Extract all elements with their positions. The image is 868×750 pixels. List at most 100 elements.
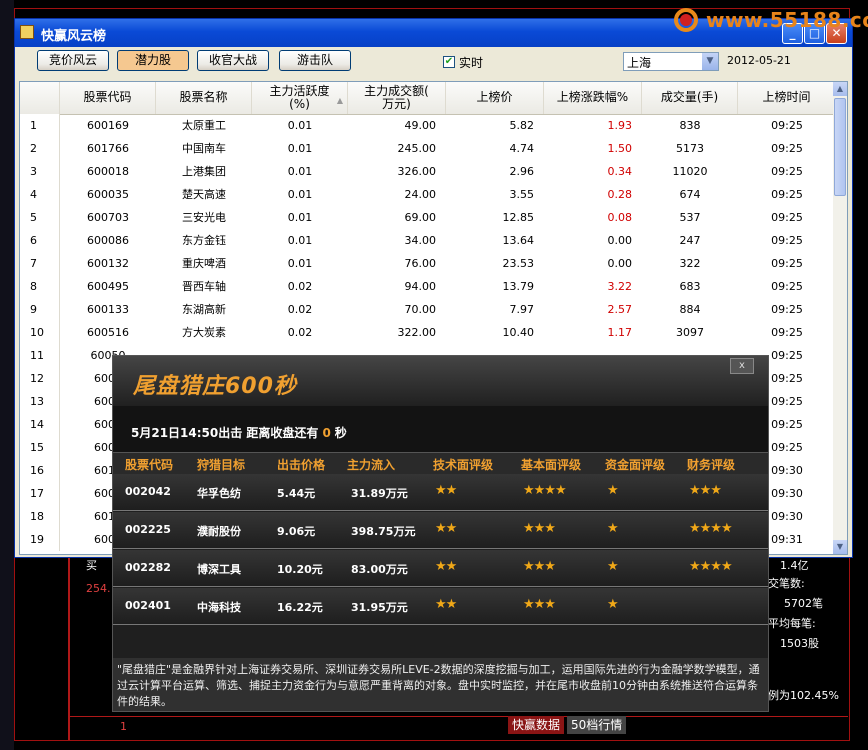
- header-label: 上榜涨跌幅%: [556, 90, 629, 104]
- chevron-down-icon[interactable]: ▼: [702, 53, 718, 70]
- row-index: 19: [20, 528, 60, 551]
- cell-chg: 0.00: [607, 257, 633, 270]
- cell-time: 09:25: [771, 257, 803, 270]
- row-index: 17: [20, 482, 60, 505]
- cell-act: 0.01: [287, 257, 313, 270]
- cell-chg: 0.08: [607, 211, 633, 224]
- site-watermark: www.55188.com: [672, 6, 868, 36]
- cell-vol: 11020: [672, 165, 708, 178]
- tab-50-level-quotes[interactable]: 50档行情: [567, 716, 627, 734]
- cell-price: 10.40: [502, 326, 535, 339]
- hunt-header: 财务评级: [687, 458, 736, 472]
- header-volume[interactable]: 成交量(手): [642, 82, 738, 114]
- header-price[interactable]: 上榜价: [446, 82, 544, 114]
- toolbar: 竞价风云 潜力股 收官大战 游击队 ✔ 实时 上海 ▼ 2012-05-21: [15, 47, 852, 77]
- hunt-header: 主力流入: [347, 458, 396, 472]
- cell-amt: 322.00: [397, 326, 437, 339]
- cell-act: 0.01: [287, 142, 313, 155]
- header-time[interactable]: 上榜时间: [738, 82, 836, 114]
- hunt-row[interactable]: 002225 濮耐股份 9.06元 398.75万元 ★★ ★★★ ★ ★★★★: [113, 512, 768, 549]
- scroll-thumb[interactable]: [834, 98, 846, 196]
- header-label: 上榜价: [476, 90, 513, 104]
- header-code[interactable]: 股票代码: [60, 82, 156, 114]
- header-label: 成交量(手): [660, 90, 719, 104]
- date-display: 2012-05-21: [727, 54, 791, 67]
- left-edge-bar: [0, 0, 14, 750]
- row-index: 11: [20, 344, 60, 367]
- watermark-url: www.55188.com: [706, 8, 868, 32]
- hunt-cell-price: 10.20元: [277, 563, 323, 576]
- table-row[interactable]: 8 600495 晋西车轴 0.02 94.00 13.79 3.22 683 09:25: [20, 275, 836, 298]
- row-index: 13: [20, 390, 60, 413]
- header-activity[interactable]: 主力活跃度 (%) ▲: [252, 82, 348, 114]
- hunt-cell-flow: 83.00万元: [351, 563, 408, 576]
- cell-code: 600169: [87, 119, 129, 132]
- cell-amt: 49.00: [404, 119, 437, 132]
- cell-act: 0.01: [287, 188, 313, 201]
- hunt-row[interactable]: 002401 中海科技 16.22元 31.95万元 ★★ ★★★ ★: [113, 588, 768, 625]
- scroll-up-icon[interactable]: ▲: [833, 82, 847, 96]
- vertical-scrollbar[interactable]: ▲ ▼: [833, 82, 847, 554]
- divider-line: [68, 716, 848, 717]
- row-index: 9: [20, 298, 60, 321]
- popup-close-button[interactable]: x: [730, 358, 754, 374]
- cell-amt: 94.00: [404, 280, 437, 293]
- cell-name: 中国南车: [182, 142, 226, 155]
- tab-guerrilla[interactable]: 游击队: [279, 50, 351, 71]
- table-row[interactable]: 1 600169 太原重工 0.01 49.00 5.82 1.93 838 09:25: [20, 114, 836, 137]
- header-label: 股票名称: [179, 90, 228, 104]
- table-row[interactable]: 10 600516 方大炭素 0.02 322.00 10.40 1.17 3097 09:25: [20, 321, 836, 344]
- hunt-cell-code: 002282: [125, 561, 171, 574]
- notice-prefix: 5月21日14:50出击 距离收盘还有: [131, 426, 319, 440]
- table-row[interactable]: 4 600035 楚天高速 0.01 24.00 3.55 0.28 674 09:25: [20, 183, 836, 206]
- hunt-cell-code: 002042: [125, 485, 171, 498]
- cell-code: 600516: [87, 326, 129, 339]
- hunt-cell-name: 华孚色纺: [197, 487, 241, 500]
- scroll-down-icon[interactable]: ▼: [833, 540, 847, 554]
- star-rating-tech: ★★: [435, 521, 457, 536]
- table-row[interactable]: 2 601766 中国南车 0.01 245.00 4.74 1.50 5173 09:25: [20, 137, 836, 160]
- cell-act: 0.01: [287, 211, 313, 224]
- header-name[interactable]: 股票名称: [156, 82, 252, 114]
- cell-chg: 0.28: [607, 188, 633, 201]
- header-change[interactable]: 上榜涨跌幅%: [544, 82, 642, 114]
- hunt-cell-name: 博深工具: [197, 563, 241, 576]
- divider-line: [68, 555, 70, 740]
- hunt-cell-name: 濮耐股份: [197, 525, 241, 538]
- tab-potential-stocks[interactable]: 潜力股: [117, 50, 189, 71]
- hunt-header: 基本面评级: [521, 458, 582, 472]
- table-row[interactable]: 7 600132 重庆啤酒 0.01 76.00 23.53 0.00 322 09:25: [20, 252, 836, 275]
- tab-auction-ranking[interactable]: 竞价风云: [37, 50, 109, 71]
- realtime-checkbox[interactable]: ✔: [443, 56, 455, 68]
- cell-amt: 69.00: [404, 211, 437, 224]
- cell-amt: 326.00: [397, 165, 437, 178]
- cell-chg: 3.22: [607, 280, 633, 293]
- hunt-row[interactable]: 002282 博深工具 10.20元 83.00万元 ★★ ★★★ ★ ★★★★: [113, 550, 768, 587]
- bg-text: 1503股: [780, 637, 819, 650]
- popup-notice-bar: 5月21日14:50出击 距离收盘还有 0 秒: [113, 406, 768, 456]
- tab-kuaiying-data[interactable]: 快赢数据: [508, 716, 565, 734]
- header-amount[interactable]: 主力成交额( 万元): [348, 82, 446, 114]
- cell-time: 09:25: [771, 119, 803, 132]
- cell-time: 09:25: [771, 142, 803, 155]
- cell-name: 东湖高新: [182, 303, 226, 316]
- table-row[interactable]: 5 600703 三安光电 0.01 69.00 12.85 0.08 537 09:25: [20, 206, 836, 229]
- row-index: 18: [20, 505, 60, 528]
- table-row[interactable]: 9 600133 东湖高新 0.02 70.00 7.97 2.57 884 09:25: [20, 298, 836, 321]
- cell-vol: 322: [679, 257, 701, 270]
- hunt-row[interactable]: 002042 华孚色纺 5.44元 31.89万元 ★★ ★★★★ ★ ★★★: [113, 474, 768, 511]
- cell-name: 重庆啤酒: [182, 257, 226, 270]
- table-row[interactable]: 3 600018 上港集团 0.01 326.00 2.96 0.34 11020 09:25: [20, 160, 836, 183]
- cell-price: 13.79: [502, 280, 535, 293]
- row-index: 2: [20, 137, 60, 160]
- market-select[interactable]: 上海 ▼: [623, 52, 719, 71]
- tab-closing-battle[interactable]: 收官大战: [197, 50, 269, 71]
- cell-price: 7.97: [509, 303, 535, 316]
- cell-chg: 1.17: [607, 326, 633, 339]
- cell-name: 太原重工: [182, 119, 226, 132]
- cell-amt: 70.00: [404, 303, 437, 316]
- header-index: [20, 82, 60, 114]
- cell-name: 楚天高速: [182, 188, 226, 201]
- table-row[interactable]: 6 600086 东方金钰 0.01 34.00 13.64 0.00 247 09:25: [20, 229, 836, 252]
- cell-vol: 884: [679, 303, 701, 316]
